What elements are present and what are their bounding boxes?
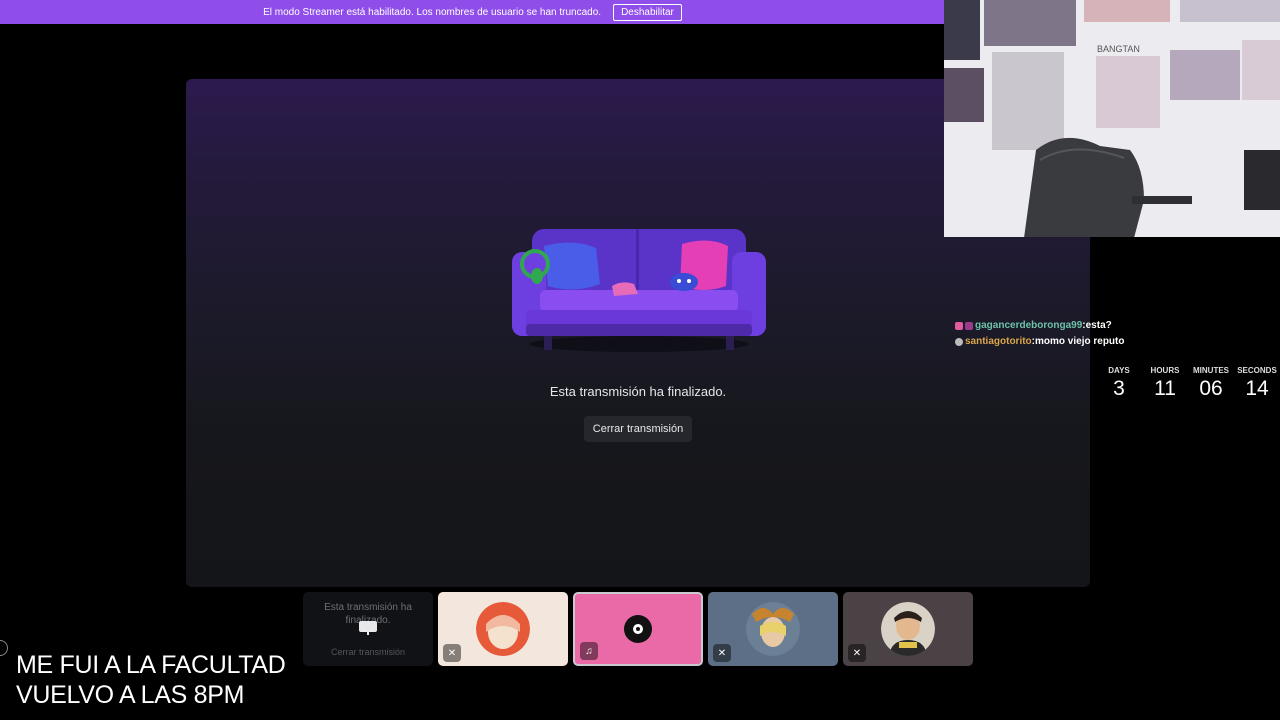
countdown-days: DAYS 3 (1096, 366, 1142, 401)
countdown-hours-label: HOURS (1150, 366, 1180, 375)
moderator-badge-icon (955, 338, 963, 346)
chat-text: esta? (1085, 320, 1112, 331)
mic-muted-icon: ✕ (443, 644, 461, 662)
stream-tile-close[interactable]: Cerrar transmisión (303, 647, 433, 657)
headset-icon: ♫ (580, 642, 598, 660)
chat-username: gagancerdeboronga99 (975, 320, 1083, 331)
stream-ended-message: Esta transmisión ha finalizado. (549, 384, 727, 399)
streamer-mode-banner: El modo Streamer está habilitado. Los no… (0, 0, 945, 24)
countdown-minutes-label: MINUTES (1193, 366, 1229, 375)
chat-text: momo viejo reputo (1035, 336, 1125, 347)
disable-streamer-mode-button[interactable]: Deshabilitar (613, 3, 682, 21)
countdown-minutes-value: 06 (1199, 377, 1223, 400)
overlay-line-2: VUELVO A LAS 8PM (16, 681, 245, 709)
chat-username: santiagotorito (965, 336, 1032, 347)
close-stream-button[interactable]: Cerrar transmisión (584, 416, 692, 442)
avatar (746, 602, 800, 656)
countdown-seconds-label: SECONDS (1237, 366, 1277, 375)
avatar (881, 602, 935, 656)
stream-overlay-text: ME FUI A LA FACULTAD VUELVO A LAS 8PM (16, 650, 286, 710)
overlay-line-1: ME FUI A LA FACULTAD (16, 651, 286, 679)
webcam-feed: BANGTAN (944, 0, 1280, 237)
banner-message: El modo Streamer está habilitado. Los no… (263, 6, 602, 18)
avatar (476, 602, 530, 656)
participant-tile[interactable]: ✕ (708, 592, 838, 666)
heart-badge-icon (955, 322, 963, 330)
couch-illustration (512, 229, 766, 352)
participant-tile[interactable]: ✕ (843, 592, 973, 666)
collapse-icon[interactable] (0, 640, 8, 656)
countdown-seconds: SECONDS 14 (1234, 366, 1280, 401)
countdown-hours: HOURS 11 (1142, 366, 1188, 401)
participant-tile-active[interactable]: ♫ (573, 592, 703, 666)
countdown-days-value: 3 (1113, 377, 1125, 400)
participant-tile[interactable]: ✕ (438, 592, 568, 666)
countdown-days-label: DAYS (1108, 366, 1130, 375)
countdown-hours-value: 11 (1154, 377, 1176, 400)
avatar (611, 602, 665, 656)
stream-preview-tile[interactable]: Esta transmisión ha finalizado. Cerrar t… (303, 592, 433, 666)
chat-message: santiagotorito : momo viejo reputo (955, 334, 1280, 350)
mic-muted-icon: ✕ (848, 644, 866, 662)
subscriber-badge-icon (965, 322, 973, 330)
monitor-icon (359, 621, 377, 635)
countdown-timer: DAYS 3 HOURS 11 MINUTES 06 SECONDS 14 (1096, 366, 1280, 401)
countdown-minutes: MINUTES 06 (1188, 366, 1234, 401)
countdown-seconds-value: 14 (1245, 377, 1269, 400)
svg-text:BANGTAN: BANGTAN (1097, 44, 1140, 54)
mic-muted-icon: ✕ (713, 644, 731, 662)
chat-overlay: gagancerdeboronga99 : esta? santiagotori… (955, 318, 1280, 350)
chat-message: gagancerdeboronga99 : esta? (955, 318, 1280, 334)
